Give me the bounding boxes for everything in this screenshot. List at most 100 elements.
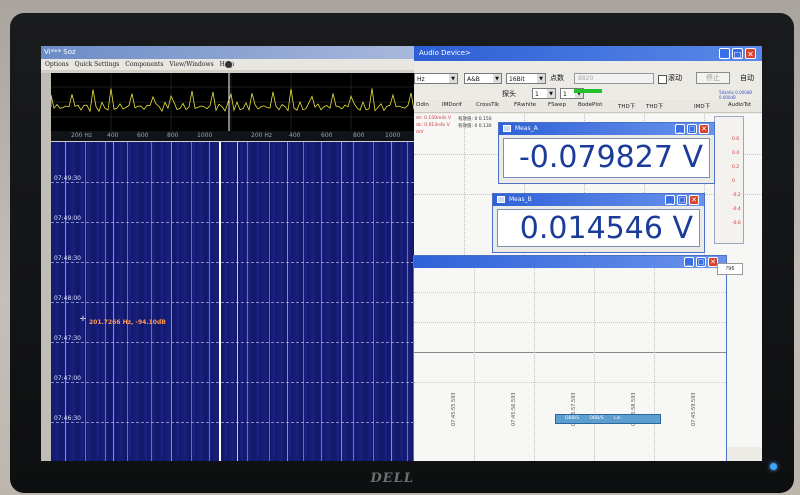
points-input[interactable]: 8820	[574, 73, 654, 84]
tab-imd[interactable]: IMD下	[694, 102, 710, 110]
minimize-button[interactable]: _	[675, 124, 685, 134]
plot-gridline	[414, 382, 726, 383]
tab-audiotst[interactable]: AudioTst	[728, 102, 751, 108]
x-axis-time-label: 07:45:56.593	[511, 392, 517, 426]
stat-text: 有效值: 0 0.130	[458, 124, 492, 129]
time-label: 07:46:30	[54, 415, 81, 422]
freq-label: 400	[289, 132, 301, 139]
menu-components[interactable]: Components	[125, 61, 163, 68]
auto-button[interactable]: 自动	[740, 73, 754, 83]
tab-bodeplot[interactable]: BodePlot	[578, 102, 602, 108]
level-meter-bar	[574, 89, 602, 93]
meter-a-value: -0.079827 V	[503, 138, 710, 178]
analysis-tabs: Odin IMDorif CrossTlk FRwhite FSwep Bode…	[414, 100, 762, 113]
points-label: 点数	[550, 74, 564, 82]
channel-select[interactable]: A&B ▼	[464, 73, 502, 84]
bit-depth-select[interactable]: 16Bit ▼	[506, 73, 546, 84]
cursor-crosshair-icon: ✛	[80, 315, 86, 323]
freq-label: 600	[137, 132, 149, 139]
legend-item: Lin	[614, 416, 621, 421]
stat-text: sh: 0.150m4s V	[416, 116, 452, 121]
tab-crosstlk[interactable]: CrossTlk	[476, 102, 499, 108]
time-label: 07:47:00	[54, 375, 81, 382]
waterfall-spectrogram[interactable]: 07:49:30 07:49:00 07:48:30 07:48:00 07:4…	[51, 142, 414, 461]
meter-b-value: 0.014546 V	[497, 209, 700, 247]
side-value-box[interactable]: ?96	[717, 263, 743, 275]
freq-label: 1000	[385, 132, 401, 139]
freq-label: 800	[353, 132, 365, 139]
maximize-button[interactable]: □	[687, 124, 697, 134]
time-label: 07:48:30	[54, 255, 81, 262]
side-scale-value: 0.4	[732, 151, 740, 156]
power-led-icon[interactable]	[770, 463, 777, 470]
stop-button[interactable]: 停止	[696, 72, 730, 84]
tab-frwhite[interactable]: FRwhite	[514, 102, 536, 108]
probe-a-select[interactable]: 1 ▼	[532, 88, 556, 99]
waveform-display	[51, 73, 414, 131]
chevron-down-icon: ▼	[449, 74, 457, 83]
side-scale-value: -0.6	[732, 221, 741, 226]
maximize-button[interactable]: □	[677, 195, 687, 205]
tab-thd-2[interactable]: THD下	[646, 102, 663, 110]
side-scale-value: 0.6	[732, 137, 740, 142]
close-button[interactable]: ✕	[745, 48, 756, 59]
time-label: 07:49:30	[54, 175, 81, 182]
meter-a-window: Meas_A _ □ ✕ -0.079827 V	[499, 123, 714, 183]
probe-b-value: 1	[563, 91, 567, 98]
time-label: 07:48:00	[54, 295, 81, 302]
menu-quick-settings[interactable]: Quick Settings	[75, 61, 120, 68]
audio-device-title[interactable]: Audio Device>	[414, 46, 762, 61]
side-scale-value: -0.2	[732, 193, 741, 198]
record-dot-icon[interactable]	[225, 61, 232, 68]
stat-text: dc: 0.013n4s V	[416, 123, 450, 128]
tab-odin[interactable]: Odin	[416, 102, 429, 108]
freq-label: 1000	[197, 132, 213, 139]
time-gridline	[51, 422, 414, 423]
legend-item: OBB/S	[565, 416, 580, 421]
time-label: 07:49:00	[54, 215, 81, 222]
left-scrollbar[interactable]	[41, 73, 51, 461]
close-button[interactable]: ✕	[699, 124, 709, 134]
sample-rate-select[interactable]: Hz ▼	[414, 73, 458, 84]
chevron-down-icon: ▼	[493, 74, 501, 83]
side-scale-value: 0.2	[732, 165, 740, 170]
meter-b-window: Meas_B _ □ ✕ 0.014546 V	[493, 194, 704, 252]
tab-imdorif[interactable]: IMDorif	[442, 102, 462, 108]
close-button[interactable]: ✕	[689, 195, 699, 205]
side-scale-value: 0	[732, 179, 735, 184]
plot-gridline	[414, 322, 726, 323]
stat-text: mV	[416, 130, 424, 135]
tab-fswep[interactable]: FSwep	[548, 102, 566, 108]
minimize-button[interactable]: _	[665, 195, 675, 205]
time-plot-window: _ □ ✕	[414, 256, 726, 461]
menu-options[interactable]: Options	[45, 61, 69, 68]
tab-thd-1[interactable]: THD下	[618, 102, 635, 110]
stat-text: 有效值: 0 0.150	[458, 117, 492, 122]
auto-scroll-checkbox[interactable]	[658, 75, 667, 84]
frequency-axis: 200 Hz 400 600 800 1000 200 Hz 400 600 8…	[51, 131, 414, 141]
chevron-down-icon: ▼	[537, 74, 545, 83]
time-plot-titlebar[interactable]	[414, 256, 726, 268]
monitor-brand-logo: DELL	[368, 471, 416, 486]
screen: Vi*** Soz Options Quick Settings Compone…	[41, 46, 762, 461]
maximize-button[interactable]: □	[732, 48, 743, 59]
x-axis-time-label: 07:45:55.593	[451, 392, 457, 426]
plot-legend[interactable]: OBB/S OBB/S Lin	[555, 414, 661, 424]
plot-gridline	[474, 268, 475, 461]
waveform-trace	[51, 88, 414, 113]
spectrum-menu-bar: Options Quick Settings Components View/W…	[41, 59, 414, 70]
spectrum-app-window: Vi*** Soz Options Quick Settings Compone…	[41, 46, 414, 461]
time-gridline	[51, 382, 414, 383]
minimize-button[interactable]: _	[684, 257, 694, 267]
probe-label: 探头	[502, 90, 516, 98]
spectrum-app-title[interactable]: Vi*** Soz	[41, 46, 414, 59]
menu-view-windows[interactable]: View/Windows	[169, 61, 213, 68]
minimize-button[interactable]: _	[719, 48, 730, 59]
side-scale-value: -0.4	[732, 207, 741, 212]
plot-gridline	[414, 292, 726, 293]
freq-label: 200 Hz	[71, 132, 93, 139]
plot-trace-line	[414, 352, 726, 353]
probe-a-value: 1	[535, 91, 539, 98]
maximize-button[interactable]: □	[696, 257, 706, 267]
time-label: 07:47:30	[54, 335, 81, 342]
